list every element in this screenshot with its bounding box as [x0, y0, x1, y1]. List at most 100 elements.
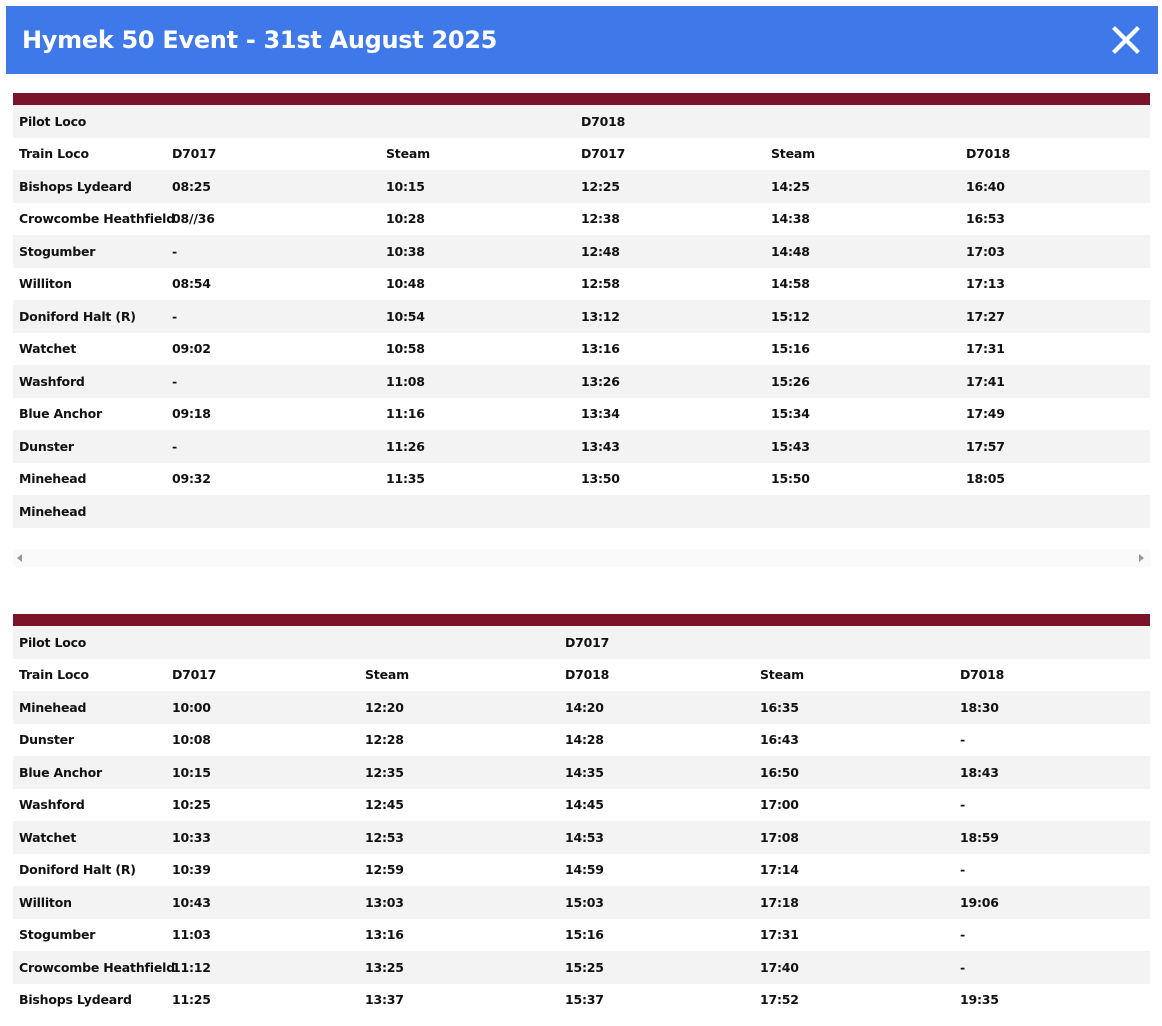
time-cell: 11:25: [166, 983, 359, 1016]
station-row: Bishops Lydeard 11:25 13:37 15:37 17:52 19:35: [13, 983, 1150, 1016]
scroll-right-icon[interactable]: [1139, 554, 1144, 562]
station-row: Dunster 10:08 12:28 14:28 16:43-: [13, 723, 1150, 756]
row-label: Doniford Halt (R): [13, 853, 166, 886]
time-cell: [166, 495, 380, 528]
time-cell: 16:40: [960, 170, 1150, 203]
time-cell: 18:43: [954, 756, 1150, 789]
time-cell: 17:08: [754, 821, 954, 854]
time-cell: D7017: [575, 137, 765, 170]
time-cell: 15:12: [765, 300, 960, 333]
time-cell: Steam: [380, 137, 575, 170]
row-label: Bishops Lydeard: [13, 170, 166, 203]
time-cell: 17:49: [960, 397, 1150, 430]
time-cell: 13:26: [575, 365, 765, 398]
time-cell: 12:25: [575, 170, 765, 203]
time-cell: 13:37: [359, 983, 559, 1016]
timetable-header-bar: [13, 614, 1150, 626]
time-cell: 08:54: [166, 267, 380, 300]
time-cell: 15:34: [765, 397, 960, 430]
row-label: Doniford Halt (R): [13, 300, 166, 333]
time-cell: 14:35: [559, 756, 754, 789]
row-label: Bishops Lydeard: [13, 983, 166, 1016]
modal-header: Hymek 50 Event - 31st August 2025: [6, 6, 1158, 74]
time-cell: 10:15: [166, 756, 359, 789]
time-cell: 18:05: [960, 462, 1150, 495]
row-label: Pilot Loco: [13, 105, 166, 138]
time-cell: 15:16: [559, 918, 754, 951]
time-cell: D7018: [960, 137, 1150, 170]
time-cell: 09:18: [166, 397, 380, 430]
pilot-loco-row: Pilot Loco D7018: [13, 105, 1150, 138]
time-cell: 18:30: [954, 691, 1150, 724]
time-cell: -: [166, 300, 380, 333]
time-cell: 10:38: [380, 235, 575, 268]
time-cell: 14:53: [559, 821, 754, 854]
time-cell: 09:02: [166, 332, 380, 365]
time-cell: 13:43: [575, 430, 765, 463]
time-cell: Steam: [754, 658, 954, 691]
time-cell: 10:58: [380, 332, 575, 365]
time-cell: [380, 105, 575, 138]
time-cell: 17:57: [960, 430, 1150, 463]
time-cell: [575, 495, 765, 528]
station-row: Watchet 09:02 10:58 13:16 15:16 17:31: [13, 332, 1150, 365]
time-cell: 12:53: [359, 821, 559, 854]
time-cell: D7018: [575, 105, 765, 138]
time-cell: 18:59: [954, 821, 1150, 854]
time-cell: 12:58: [575, 267, 765, 300]
time-cell: 15:25: [559, 951, 754, 984]
time-cell: 09:32: [166, 462, 380, 495]
time-cell: 14:28: [559, 723, 754, 756]
time-cell: 12:28: [359, 723, 559, 756]
time-cell: 12:35: [359, 756, 559, 789]
scroll-left-icon[interactable]: [17, 554, 22, 562]
time-cell: 12:20: [359, 691, 559, 724]
time-cell: 10:00: [166, 691, 359, 724]
time-cell: 19:06: [954, 886, 1150, 919]
timetable-table: Pilot Loco D7017 Train Loco D7017 Steam D7018…: [13, 626, 1150, 1016]
row-label: Dunster: [13, 723, 166, 756]
time-cell: 14:20: [559, 691, 754, 724]
station-row: Williton 08:54 10:48 12:58 14:58 17:13: [13, 267, 1150, 300]
time-cell: D7018: [954, 658, 1150, 691]
time-cell: 16:53: [960, 202, 1150, 235]
time-cell: 12:48: [575, 235, 765, 268]
time-cell: 14:48: [765, 235, 960, 268]
row-label: Dunster: [13, 430, 166, 463]
station-row: Washford -11:08 13:26 15:26 17:41: [13, 365, 1150, 398]
time-cell: Steam: [765, 137, 960, 170]
time-cell: 15:26: [765, 365, 960, 398]
row-label: Pilot Loco: [13, 626, 166, 659]
time-cell: D7018: [559, 658, 754, 691]
time-cell: -: [166, 430, 380, 463]
station-row: Blue Anchor 10:15 12:35 14:35 16:50 18:43: [13, 756, 1150, 789]
time-cell: 13:50: [575, 462, 765, 495]
time-cell: 17:18: [754, 886, 954, 919]
time-cell: [380, 495, 575, 528]
time-cell: 10:39: [166, 853, 359, 886]
station-row: Stogumber 11:03 13:16 15:16 17:31-: [13, 918, 1150, 951]
time-cell: 15:03: [559, 886, 754, 919]
time-cell: [754, 626, 954, 659]
time-cell: 15:16: [765, 332, 960, 365]
time-cell: 15:50: [765, 462, 960, 495]
station-row: Stogumber -10:38 12:48 14:48 17:03: [13, 235, 1150, 268]
time-cell: 08//36: [166, 202, 380, 235]
train-loco-row: Train Loco D7017 Steam D7018 Steam D7018: [13, 658, 1150, 691]
time-cell: [960, 105, 1150, 138]
horizontal-scrollbar[interactable]: [13, 549, 1150, 567]
row-label: Blue Anchor: [13, 397, 166, 430]
time-cell: -: [954, 788, 1150, 821]
timetable-header-bar: [13, 93, 1150, 105]
time-cell: [954, 626, 1150, 659]
close-icon[interactable]: [1110, 24, 1142, 56]
time-cell: Steam: [359, 658, 559, 691]
station-row: Crowcombe Heathfield 08//36 10:28 12:38 14:3…: [13, 202, 1150, 235]
time-cell: [960, 495, 1150, 528]
time-cell: 14:59: [559, 853, 754, 886]
station-row: Crowcombe Heathfield 11:12 13:25 15:25 17:40…: [13, 951, 1150, 984]
time-cell: 13:16: [575, 332, 765, 365]
time-cell: D7017: [559, 626, 754, 659]
time-cell: 17:14: [754, 853, 954, 886]
time-cell: 13:34: [575, 397, 765, 430]
